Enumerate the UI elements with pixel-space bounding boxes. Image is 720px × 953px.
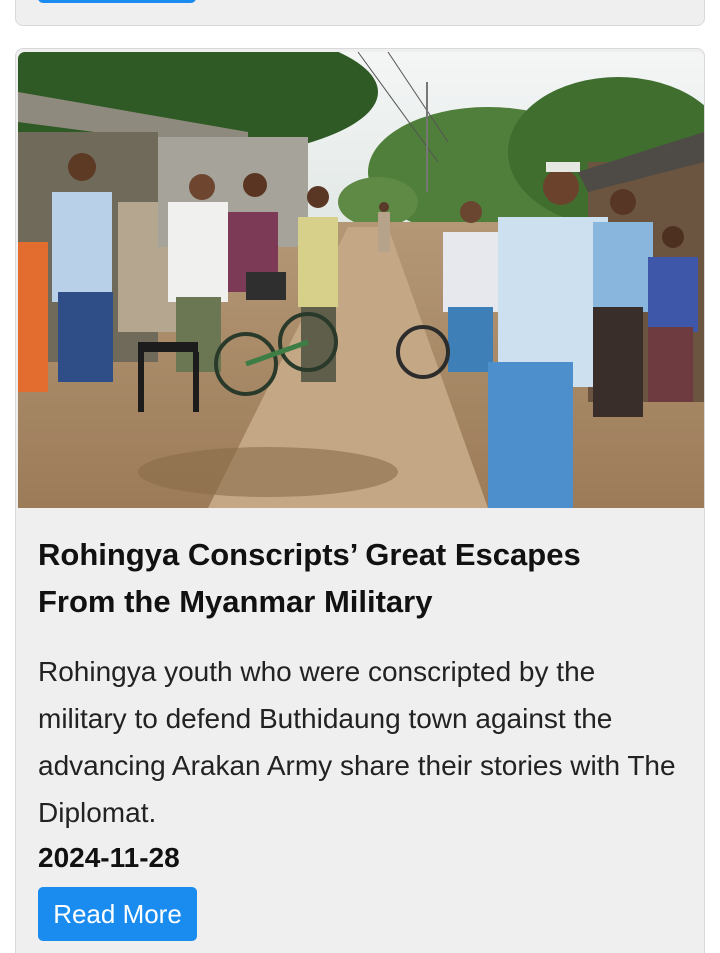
article-date: 2024-11-28	[38, 842, 180, 873]
article-title[interactable]: Rohingya Conscripts’ Great Escapes From …	[38, 531, 678, 625]
page: Rohingya Conscripts’ Great Escapes From …	[0, 0, 720, 953]
article-title-line-2[interactable]: From the Myanmar Military	[38, 584, 432, 619]
article-card: Rohingya Conscripts’ Great Escapes From …	[15, 48, 705, 953]
previous-read-more-button[interactable]	[38, 0, 196, 3]
previous-article-card	[15, 0, 705, 26]
article-title-line-1[interactable]: Rohingya Conscripts’ Great Escapes	[38, 537, 581, 572]
article-summary: Rohingya youth who were conscripted by t…	[38, 656, 676, 828]
article-photo[interactable]	[18, 52, 704, 508]
read-more-button[interactable]: Read More	[38, 887, 197, 941]
